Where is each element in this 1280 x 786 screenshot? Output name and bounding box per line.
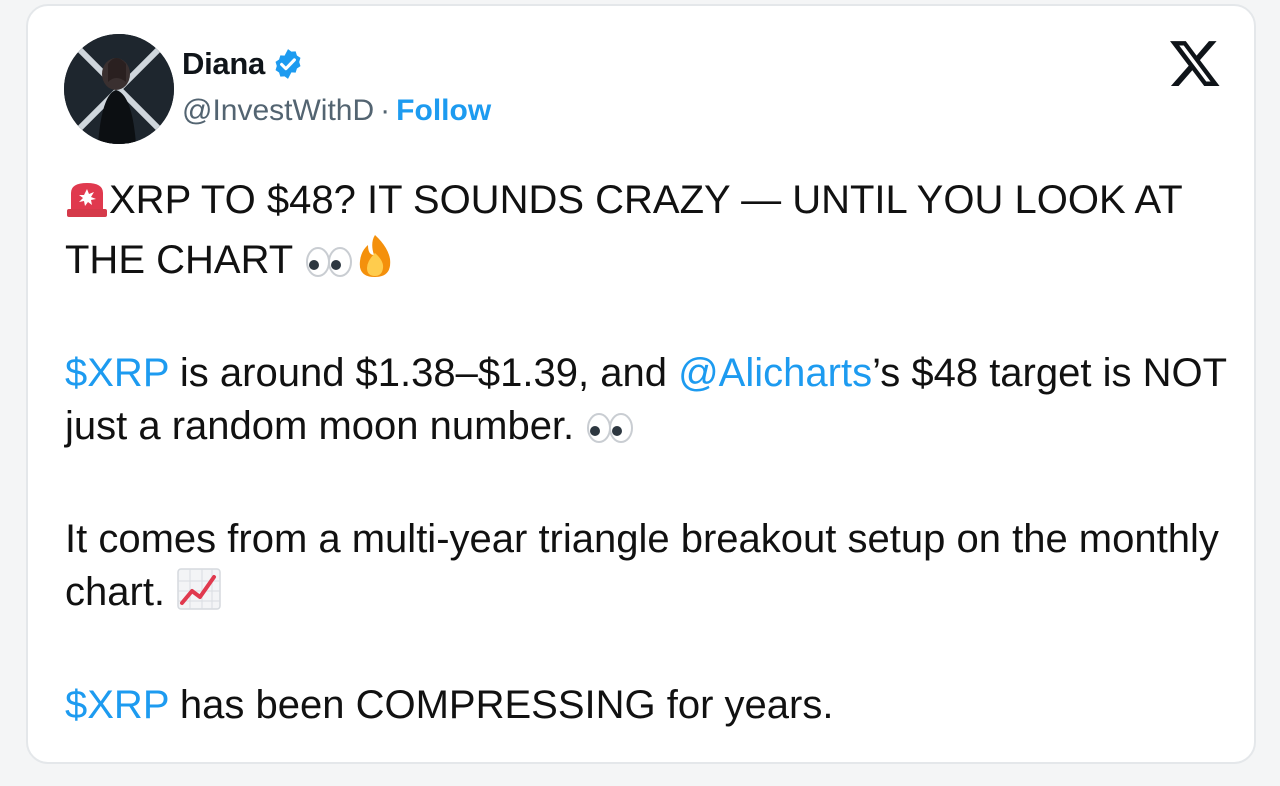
- tweet-paragraph: $XRP is around $1.38–$1.39, and @Alichar…: [65, 347, 1245, 459]
- eyes-icon: [585, 406, 635, 459]
- tweet-body: XRP TO $48? IT SOUNDS CRAZY — UNTIL YOU …: [65, 174, 1245, 786]
- avatar[interactable]: [64, 34, 174, 144]
- chart-increasing-icon: [176, 567, 222, 625]
- verified-badge-icon: [271, 47, 305, 81]
- tweet-paragraph: It comes from a multi-year triangle brea…: [65, 513, 1245, 625]
- tweet-paragraph: XRP TO $48? IT SOUNDS CRAZY — UNTIL YOU …: [65, 174, 1245, 293]
- tweet-paragraph: $XRP has been COMPRESSING for years.: [65, 679, 1245, 732]
- paragraph-text: XRP TO $48? IT SOUNDS CRAZY — UNTIL YOU …: [65, 178, 1182, 282]
- eyes-icon: [304, 240, 354, 293]
- tweet-card: Diana @InvestWithD · Follow XRP TO $48? …: [26, 4, 1256, 764]
- paragraph-text: It comes from a multi-year triangle brea…: [65, 517, 1219, 614]
- rotating-light-icon: [65, 179, 109, 233]
- author-name-row[interactable]: Diana: [182, 46, 305, 82]
- x-logo-icon[interactable]: [1168, 36, 1222, 90]
- fire-icon: [354, 233, 396, 293]
- follow-button[interactable]: Follow: [396, 94, 491, 128]
- mention-link[interactable]: @Alicharts: [678, 351, 872, 395]
- author-display-name[interactable]: Diana: [182, 46, 265, 82]
- handle-row: @InvestWithD · Follow: [182, 94, 491, 128]
- separator-dot: ·: [380, 94, 391, 127]
- cashtag-link[interactable]: $XRP: [65, 351, 169, 395]
- paragraph-text: is around $1.38–$1.39, and: [168, 351, 679, 395]
- paragraph-text: has been COMPRESSING for years.: [168, 683, 834, 727]
- author-handle[interactable]: @InvestWithD: [182, 94, 374, 128]
- cashtag-link[interactable]: $XRP: [65, 683, 169, 727]
